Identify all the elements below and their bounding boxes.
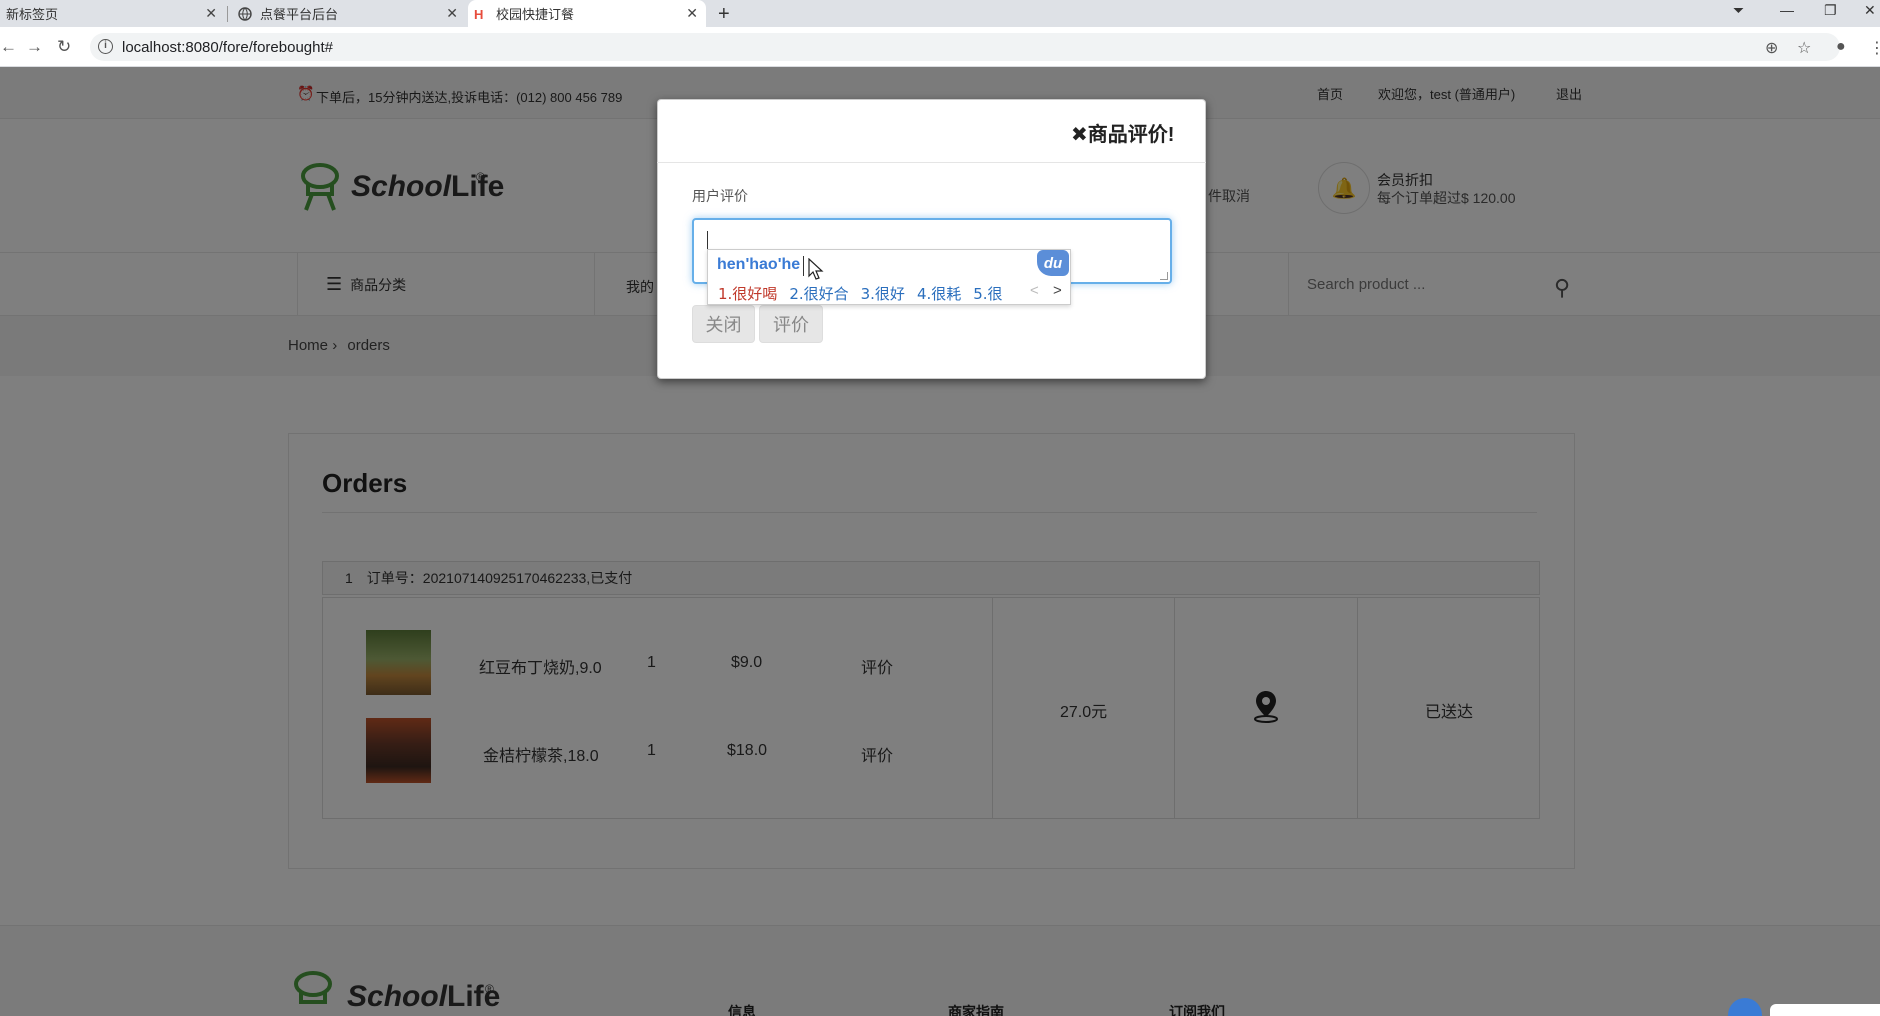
ime-prev-icon[interactable]: < xyxy=(1030,282,1039,299)
ime-next-icon[interactable]: > xyxy=(1053,282,1062,299)
ime-candidate[interactable]: 5.很 xyxy=(973,283,1002,304)
info-icon[interactable]: i xyxy=(98,39,113,54)
ime-candidate[interactable]: 4.很耗 xyxy=(917,283,961,304)
tab-divider xyxy=(227,6,228,22)
close-icon[interactable]: ✕ xyxy=(205,5,217,22)
tab-admin[interactable]: 点餐平台后台 ✕ xyxy=(232,0,466,27)
close-icon[interactable]: ✕ xyxy=(446,5,458,22)
url-text[interactable]: localhost:8080/fore/forebought# xyxy=(122,39,333,56)
text-caret xyxy=(707,231,708,249)
zoom-icon[interactable]: ⊕ xyxy=(1765,38,1778,58)
restore-icon[interactable]: ❐ xyxy=(1824,2,1837,19)
mouse-cursor-icon xyxy=(808,257,824,285)
h-favicon-icon: H xyxy=(474,6,484,22)
ime-paging: < > xyxy=(1030,282,1062,299)
review-label: 用户评价 xyxy=(692,188,748,204)
new-tab-plus-icon[interactable]: + xyxy=(718,3,730,26)
tab-label: 点餐平台后台 xyxy=(260,7,339,22)
submit-review-button[interactable]: 评价 xyxy=(759,305,823,343)
close-button[interactable]: 关闭 xyxy=(692,305,755,343)
profile-icon[interactable]: ● xyxy=(1836,38,1846,56)
tab-campus-order[interactable]: H 校园快捷订餐 ✕ xyxy=(468,0,706,27)
tab-label: 校园快捷订餐 xyxy=(496,7,575,22)
star-icon[interactable]: ☆ xyxy=(1797,38,1811,58)
ime-logo-badge[interactable]: du xyxy=(1037,250,1069,276)
window-close-icon[interactable]: ✕ xyxy=(1864,2,1876,19)
ime-floating-toolbar[interactable] xyxy=(1770,1004,1880,1016)
minimize-icon[interactable]: — xyxy=(1780,2,1794,18)
menu-kebab-icon[interactable]: ⋮ xyxy=(1869,38,1880,58)
resize-handle[interactable] xyxy=(1160,272,1168,280)
ime-candidate[interactable]: 1.很好喝 xyxy=(718,283,777,304)
reload-icon[interactable]: ↻ xyxy=(57,37,71,57)
ime-pinyin: hen'hao'he xyxy=(717,256,801,273)
globe-icon xyxy=(238,6,252,21)
ime-candidate[interactable]: 2.很好合 xyxy=(789,283,848,304)
close-icon[interactable]: ✕ xyxy=(686,5,698,22)
back-arrow-icon[interactable]: ← xyxy=(0,37,17,57)
forward-arrow-icon[interactable]: → xyxy=(26,37,43,57)
ime-caret xyxy=(803,256,804,276)
modal-title[interactable]: ✖商品评价! xyxy=(1071,118,1174,147)
url-field[interactable] xyxy=(90,33,1840,61)
ime-candidate[interactable]: 3.很好 xyxy=(861,283,905,304)
tab-new-tab[interactable]: 新标签页 ✕ xyxy=(0,0,225,27)
tab-search-dropdown-icon[interactable]: ⏷ xyxy=(1733,2,1744,19)
ime-candidates: 1.很好喝 2.很好合 3.很好 4.很耗 5.很 xyxy=(718,283,1003,304)
tab-label: 新标签页 xyxy=(6,7,59,22)
